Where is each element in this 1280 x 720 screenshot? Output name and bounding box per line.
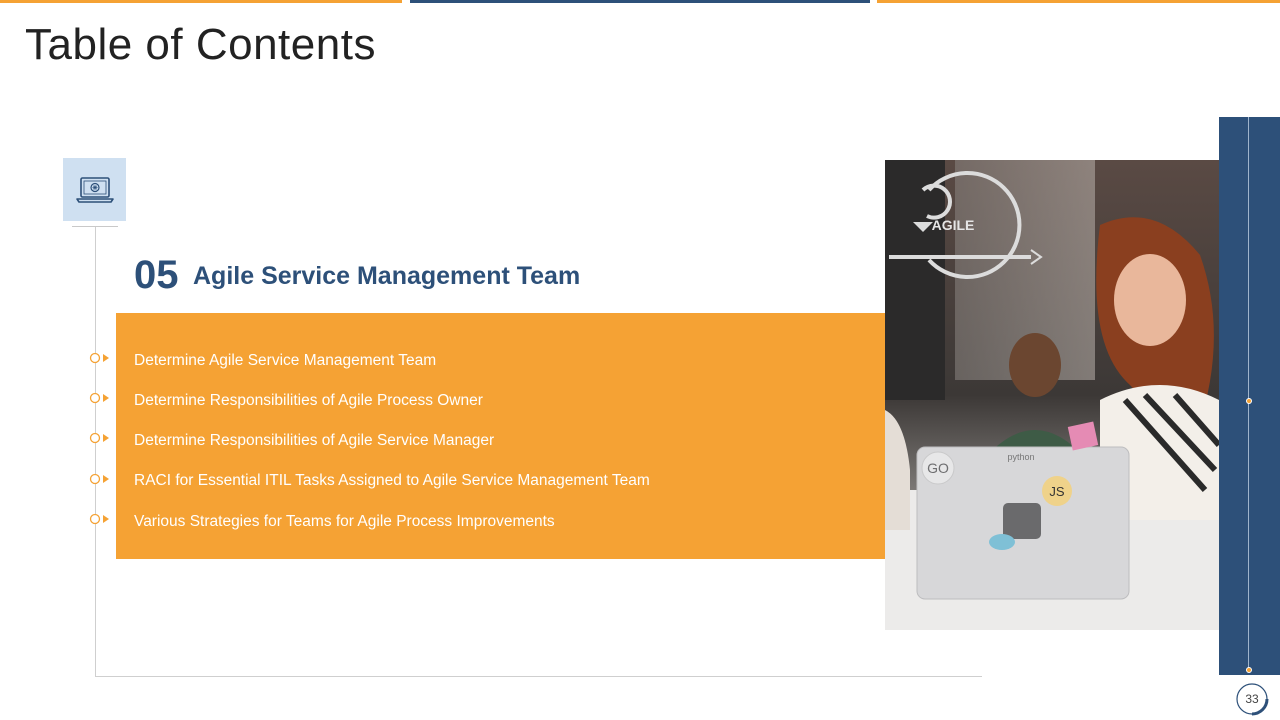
section-icon-box xyxy=(63,158,126,221)
section-number: 05 xyxy=(134,253,179,297)
toc-item[interactable]: RACI for Essential ITIL Tasks Assigned t… xyxy=(134,472,650,490)
top-accent-bar-left xyxy=(0,0,402,3)
team-photo-illustration: GO JS python AGILE xyxy=(885,160,1219,630)
laptop-sticker-text: python xyxy=(1007,452,1034,462)
band-vertical-line xyxy=(1248,117,1249,670)
timeline-vertical-line xyxy=(95,227,96,677)
toc-item[interactable]: Determine Agile Service Management Team xyxy=(134,352,436,370)
right-decorative-band xyxy=(1219,117,1280,675)
sticker-go: GO xyxy=(927,460,949,476)
top-accent-bar-center xyxy=(410,0,870,3)
page-number: 33 xyxy=(1245,692,1259,706)
sticker-js: JS xyxy=(1049,484,1065,499)
agile-logo-label: AGILE xyxy=(932,217,975,233)
section-title: Agile Service Management Team xyxy=(193,262,581,290)
bullet-icon xyxy=(89,432,109,444)
page-number-badge: 33 xyxy=(1235,682,1269,716)
band-dot-marker xyxy=(1246,398,1252,404)
toc-item[interactable]: Determine Responsibilities of Agile Proc… xyxy=(134,392,483,410)
toc-item[interactable]: Various Strategies for Teams for Agile P… xyxy=(134,513,555,531)
bullet-icon xyxy=(89,473,109,485)
timeline-bottom-line xyxy=(95,676,982,677)
bullet-icon xyxy=(89,352,109,364)
slide-title: Table of Contents xyxy=(25,20,376,69)
bullet-icon xyxy=(89,513,109,525)
laptop-icon xyxy=(75,176,114,203)
top-accent-bar-right xyxy=(877,0,1280,3)
toc-item[interactable]: Determine Responsibilities of Agile Serv… xyxy=(134,432,494,450)
team-photo: GO JS python AGILE xyxy=(885,160,1219,630)
bullet-icon xyxy=(89,392,109,404)
band-dot-marker xyxy=(1246,667,1252,673)
